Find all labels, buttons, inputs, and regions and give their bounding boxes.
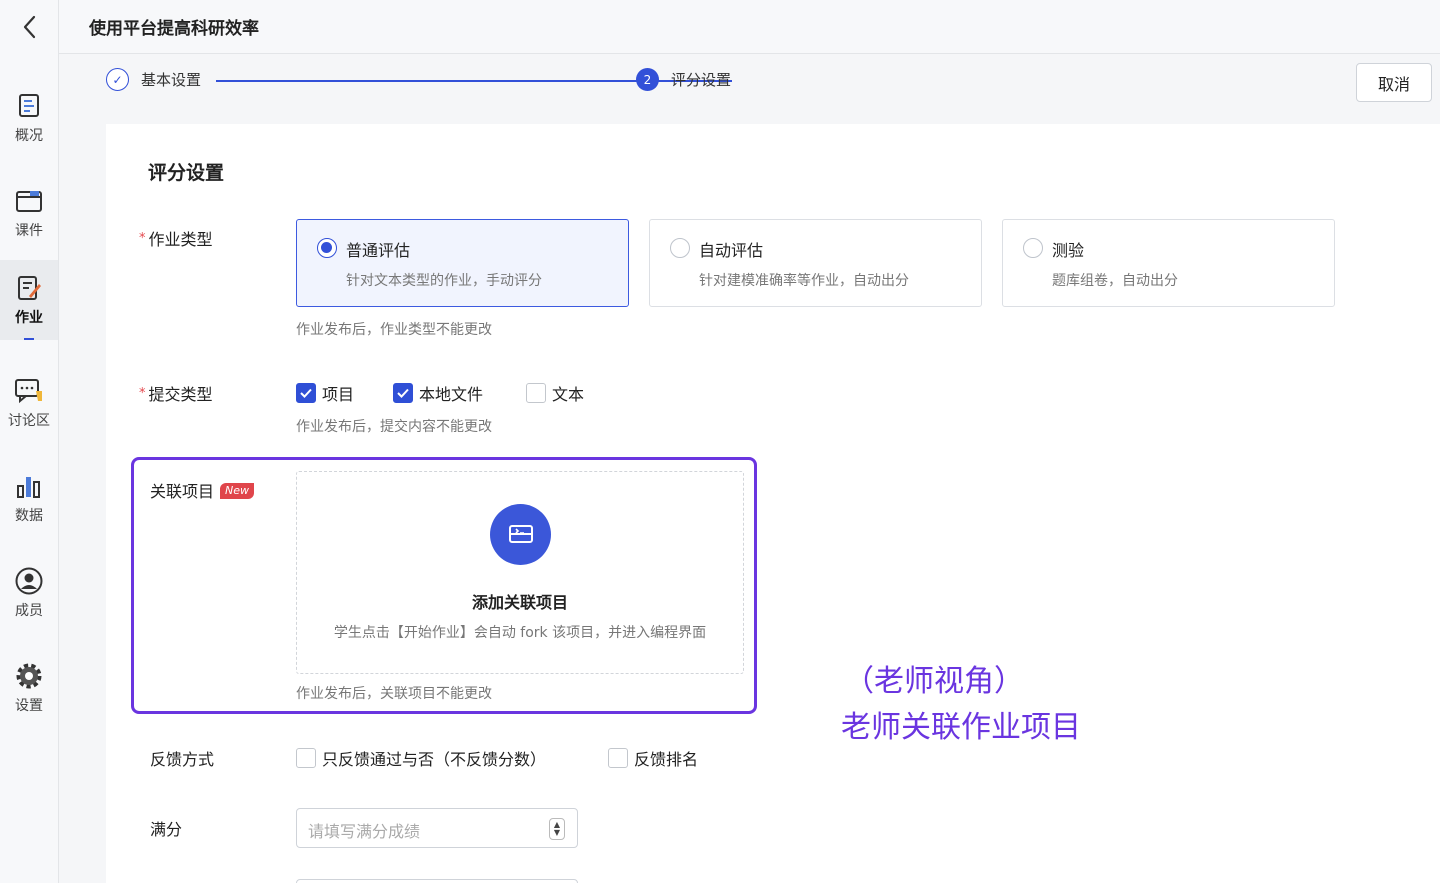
sidebar-item-label: 讨论区: [8, 413, 50, 429]
checkbox-checked-icon[interactable]: [393, 383, 413, 403]
checkbox-label: 反馈排名: [634, 750, 699, 769]
annotation-box: （老师视角） 老师关联作业项目: [826, 610, 1106, 770]
sidebar-item-data[interactable]: 数据: [0, 458, 58, 538]
member-icon: [14, 566, 44, 596]
step-number: 2: [636, 68, 659, 91]
radio-button[interactable]: [317, 238, 337, 258]
label-text: 关联项目: [150, 482, 215, 501]
chevron-left-icon: [23, 15, 36, 39]
sidebar-item-settings[interactable]: 设置: [0, 648, 58, 728]
checkbox-project[interactable]: 项目: [296, 381, 354, 405]
step-label: 基本设置: [141, 71, 202, 89]
settings-icon: [14, 661, 44, 691]
sidebar-item-overview[interactable]: 概况: [0, 78, 58, 158]
add-linked-project-desc: 学生点击【开始作业】会自动 fork 该项目，并进入编程界面: [333, 625, 707, 641]
checkbox-text[interactable]: 文本: [526, 381, 584, 405]
option-title: 普通评估: [346, 241, 411, 260]
checkbox-label: 项目: [322, 385, 355, 404]
linked-project-hint: 作业发布后，关联项目不能更改: [296, 686, 492, 702]
option-desc: 针对文本类型的作业，手动评分: [346, 273, 542, 289]
input-placeholder: 请填写满分成绩: [308, 822, 421, 841]
sidebar-item-courseware[interactable]: 课件: [0, 173, 58, 253]
step-basic-settings[interactable]: ✓ 基本设置: [106, 68, 201, 91]
overview-icon: [14, 91, 44, 121]
required-mark: *: [139, 231, 146, 246]
checkbox-pass-only[interactable]: 只反馈通过与否（不反馈分数）: [296, 746, 546, 770]
discussion-icon: [14, 376, 44, 406]
data-icon: [14, 471, 44, 501]
active-indicator: [24, 338, 34, 340]
option-title: 自动评估: [699, 241, 764, 260]
sidebar-item-label: 课件: [15, 223, 43, 239]
next-input-field[interactable]: [296, 879, 578, 883]
check-icon: ✓: [106, 68, 129, 91]
option-desc: 针对建模准确率等作业，自动出分: [699, 273, 909, 289]
submit-type-label: * 提交类型: [139, 381, 213, 405]
checkbox-local-file[interactable]: 本地文件: [393, 381, 483, 405]
number-stepper-icon[interactable]: ▲ ▼: [549, 818, 565, 840]
back-button[interactable]: [0, 0, 58, 54]
label-text: 作业类型: [148, 230, 213, 249]
sidebar-item-assignment[interactable]: 作业: [0, 260, 58, 340]
checkbox-checked-icon[interactable]: [296, 383, 316, 403]
assignment-type-hint: 作业发布后，作业类型不能更改: [296, 322, 492, 338]
cancel-button[interactable]: 取消: [1356, 63, 1432, 102]
sidebar-item-discussion[interactable]: 讨论区: [0, 363, 58, 443]
checkbox-label: 本地文件: [419, 385, 484, 404]
checkbox-unchecked-icon[interactable]: [296, 748, 316, 768]
option-card-normal[interactable]: 普通评估 针对文本类型的作业，手动评分: [296, 219, 629, 307]
full-score-label: 满分: [150, 820, 183, 839]
courseware-icon: [14, 186, 44, 216]
sidebar-item-members[interactable]: 成员: [0, 553, 58, 633]
checkbox-unchecked-icon[interactable]: [526, 383, 546, 403]
add-linked-project-dropzone[interactable]: 添加关联项目 学生点击【开始作业】会自动 fork 该项目，并进入编程界面: [296, 471, 744, 674]
option-desc: 题库组卷，自动出分: [1052, 273, 1178, 289]
option-card-auto[interactable]: 自动评估 针对建模准确率等作业，自动出分: [649, 219, 982, 307]
radio-button[interactable]: [1023, 238, 1043, 258]
section-title: 评分设置: [148, 162, 225, 184]
sidebar-item-label: 概况: [15, 128, 43, 144]
header: 使用平台提高科研效率: [59, 0, 1440, 54]
stepper: ✓ 基本设置 2 评分设置: [106, 68, 756, 94]
checkbox-ranking[interactable]: 反馈排名: [608, 746, 698, 770]
linked-project-label: 关联项目 New: [150, 478, 255, 502]
checkbox-label: 文本: [552, 385, 585, 404]
option-card-quiz[interactable]: 测验 题库组卷，自动出分: [1002, 219, 1335, 307]
submit-type-hint: 作业发布后，提交内容不能更改: [296, 419, 492, 435]
full-score-input[interactable]: 请填写满分成绩 ▲ ▼: [296, 808, 578, 848]
required-mark: *: [139, 386, 146, 401]
page-title: 使用平台提高科研效率: [89, 19, 259, 39]
option-title: 测验: [1052, 241, 1085, 260]
annotation-line-1: （老师视角）: [844, 664, 1024, 699]
checkbox-unchecked-icon[interactable]: [608, 748, 628, 768]
sidebar-item-label: 设置: [15, 698, 43, 714]
sidebar-item-label: 成员: [15, 603, 43, 619]
sidebar-item-label: 数据: [15, 508, 43, 524]
project-box-icon[interactable]: [490, 504, 551, 565]
feedback-label: 反馈方式: [150, 750, 215, 769]
annotation-line-2: 老师关联作业项目: [841, 710, 1081, 745]
checkbox-label: 只反馈通过与否（不反馈分数）: [322, 750, 547, 769]
label-text: 提交类型: [148, 385, 213, 404]
add-linked-project-title: 添加关联项目: [471, 593, 568, 612]
sidebar-item-label: 作业: [15, 310, 43, 326]
radio-button[interactable]: [670, 238, 690, 258]
step-score-settings[interactable]: 2 评分设置: [636, 68, 731, 91]
sidebar: 概况 课件 作业 讨论区 数据 成员 设置: [0, 0, 59, 883]
step-label: 评分设置: [671, 71, 732, 89]
assignment-icon: [14, 273, 44, 303]
new-badge: New: [220, 483, 255, 499]
assignment-type-label: * 作业类型: [139, 226, 213, 250]
